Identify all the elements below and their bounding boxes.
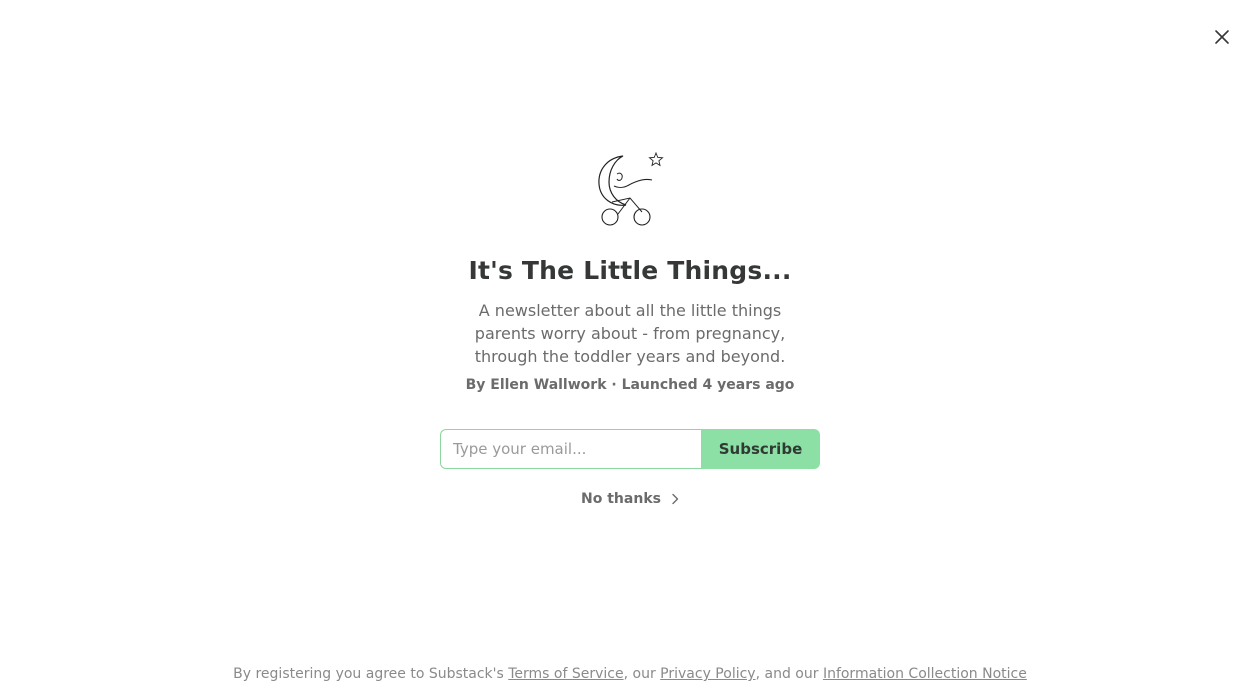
publication-description: A newsletter about all the little things…: [474, 301, 786, 366]
subscribe-form: Subscribe: [440, 429, 820, 469]
footer-separator-1: , our: [623, 666, 661, 682]
close-icon: [1215, 30, 1229, 44]
legal-footer: By registering you agree to Substack's T…: [0, 666, 1260, 682]
moon-stroller-logo: [598, 151, 664, 226]
privacy-policy-link[interactable]: Privacy Policy: [660, 666, 755, 682]
email-input[interactable]: [440, 429, 701, 469]
publication-title: It's The Little Things...: [468, 256, 792, 285]
information-collection-notice-link[interactable]: Information Collection Notice: [823, 666, 1027, 682]
publication-byline: By Ellen Wallwork · Launched 4 years ago: [465, 377, 795, 393]
footer-prefix: By registering you agree to Substack's: [233, 666, 509, 682]
terms-of-service-link[interactable]: Terms of Service: [508, 666, 623, 682]
close-button[interactable]: [1210, 25, 1234, 49]
no-thanks-label: No thanks: [581, 491, 661, 507]
subscribe-button[interactable]: Subscribe: [701, 429, 820, 469]
no-thanks-link[interactable]: No thanks: [560, 489, 700, 509]
footer-separator-2: , and our: [755, 666, 823, 682]
chevron-right-icon: [672, 493, 679, 505]
subscribe-modal: It's The Little Things... A newsletter a…: [0, 0, 1260, 700]
